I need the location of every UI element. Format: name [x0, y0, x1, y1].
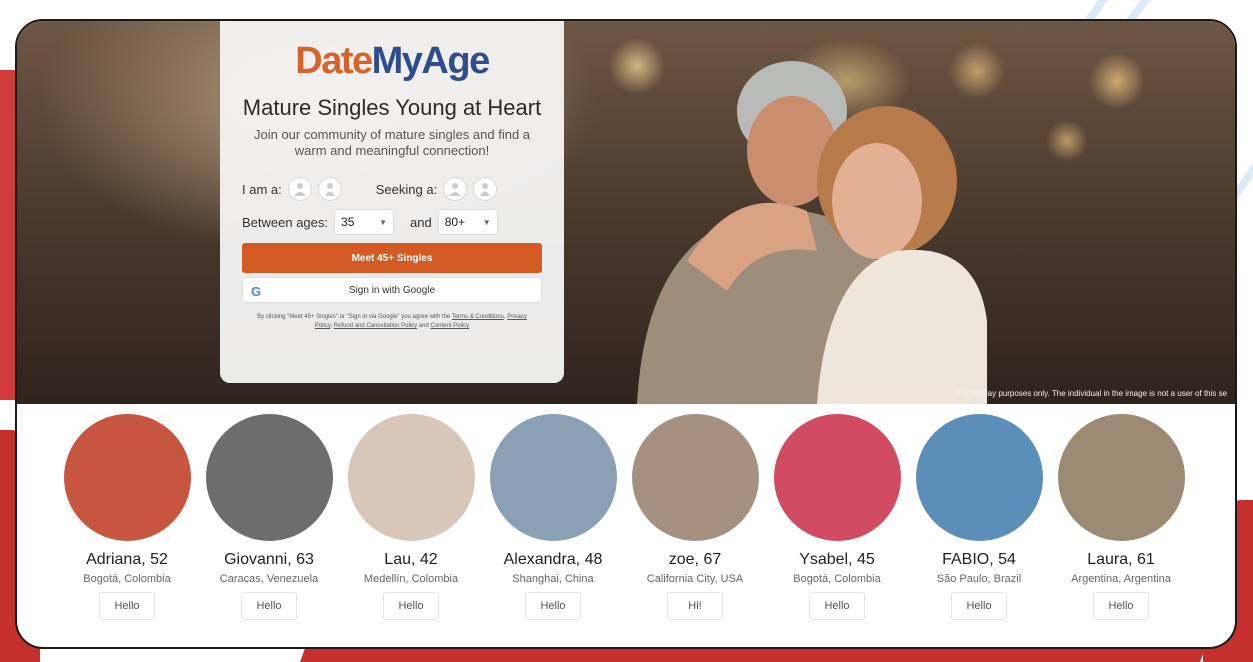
signup-card: DateMyAge Mature Singles Young at Heart …: [220, 21, 564, 383]
hello-button[interactable]: Hello: [241, 592, 297, 620]
google-icon: G: [251, 284, 262, 299]
content-policy-link[interactable]: Content Policy: [430, 323, 469, 329]
profile-strip: Adriana, 52 Bogotá, Colombia Hello Giova…: [56, 414, 1186, 624]
avatar[interactable]: [63, 414, 191, 541]
profile-location: Bogotá, Colombia: [83, 573, 171, 585]
hero-disclaimer: For display purposes only. The individua…: [957, 389, 1228, 398]
profile-name: zoe, 67: [668, 551, 722, 568]
hero-couple-image: [637, 61, 987, 404]
profile-location: California City, USA: [646, 573, 744, 585]
avatar[interactable]: [773, 414, 901, 541]
meet-singles-button[interactable]: Meet 45+ Singles: [242, 243, 542, 273]
between-label: Between ages:: [242, 214, 329, 230]
hello-button[interactable]: Hello: [525, 592, 581, 620]
hello-button[interactable]: Hello: [99, 592, 155, 620]
avatar[interactable]: [347, 414, 475, 541]
google-signin-button[interactable]: G Sign in with Google: [242, 277, 542, 303]
avatar[interactable]: [489, 414, 617, 541]
iam-label: I am a:: [242, 181, 282, 197]
logo-part-date: Date: [295, 40, 373, 82]
legal-intro: By clicking "Meet 45+ Singles" or "Sign …: [257, 314, 451, 320]
profile-card[interactable]: Adriana, 52 Bogotá, Colombia Hello: [56, 414, 198, 620]
age-min-select[interactable]: 35 ▼: [334, 209, 395, 235]
profile-card[interactable]: FABIO, 54 São Paulo, Brazil Hello: [908, 414, 1050, 620]
avatar[interactable]: [631, 414, 759, 541]
legal-text: By clicking "Meet 45+ Singles" or "Sign …: [257, 314, 527, 329]
profile-location: Shanghai, China: [512, 573, 594, 585]
female-icon[interactable]: [317, 177, 342, 201]
refund-link[interactable]: Refund and Cancellation Policy: [334, 323, 417, 329]
profile-location: São Paulo, Brazil: [936, 573, 1022, 585]
terms-link[interactable]: Terms & Conditions: [452, 314, 504, 320]
seeking-label: Seeking a:: [375, 181, 438, 197]
hero-banner: For display purposes only. The individua…: [17, 21, 1235, 404]
profile-name: Laura, 61: [1087, 551, 1155, 568]
seeking-female-icon[interactable]: [473, 177, 498, 201]
profile-name: Adriana, 52: [86, 551, 168, 568]
hello-button[interactable]: Hello: [383, 592, 439, 620]
profile-location: Bogotá, Colombia: [793, 573, 881, 585]
profile-location: Argentina, Argentina: [1071, 573, 1171, 585]
profile-location: Medellín, Colombia: [363, 573, 459, 585]
hello-button[interactable]: Hi!: [667, 592, 723, 620]
legal-and: and: [418, 323, 429, 329]
profile-card[interactable]: Alexandra, 48 Shanghai, China Hello: [482, 414, 624, 620]
profile-card[interactable]: Giovanni, 63 Caracas, Venezuela Hello: [198, 414, 340, 620]
male-icon[interactable]: [287, 177, 312, 201]
profile-card[interactable]: Lau, 42 Medellín, Colombia Hello: [340, 414, 482, 620]
profile-card[interactable]: Ysabel, 45 Bogotá, Colombia Hello: [766, 414, 908, 620]
logo[interactable]: DateMyAge: [242, 41, 542, 81]
avatar[interactable]: [1057, 414, 1185, 541]
page-headline: Mature Singles Young at Heart: [242, 95, 542, 120]
chevron-down-icon: ▼: [482, 217, 491, 227]
profile-name: FABIO, 54: [942, 551, 1016, 568]
avatar[interactable]: [205, 414, 333, 541]
logo-part-myage: MyAge: [371, 40, 491, 82]
age-range-row: Between ages: 35 ▼ and 80+ ▼: [242, 209, 542, 235]
profile-name: Ysabel, 45: [799, 551, 875, 568]
google-button-label: Sign in with Google: [348, 284, 436, 296]
seeking-male-icon[interactable]: [443, 177, 468, 201]
age-max-select[interactable]: 80+ ▼: [437, 209, 498, 235]
avatar[interactable]: [915, 414, 1043, 541]
hello-button[interactable]: Hello: [951, 592, 1007, 620]
profile-card[interactable]: Laura, 61 Argentina, Argentina Hello: [1050, 414, 1192, 620]
hello-button[interactable]: Hello: [809, 592, 865, 620]
page-subline: Join our community of mature singles and…: [253, 127, 531, 158]
profile-card[interactable]: zoe, 67 California City, USA Hi!: [624, 414, 766, 620]
gender-selector-row: I am a: Seeking a:: [242, 177, 542, 201]
and-label: and: [410, 214, 432, 230]
profile-name: Lau, 42: [384, 551, 438, 568]
hello-button[interactable]: Hello: [1093, 592, 1149, 620]
profile-name: Giovanni, 63: [224, 551, 314, 568]
chevron-down-icon: ▼: [379, 217, 388, 227]
profile-name: Alexandra, 48: [503, 551, 603, 568]
age-min-value: 35: [341, 215, 355, 229]
age-max-value: 80+: [444, 215, 466, 229]
profile-location: Caracas, Venezuela: [219, 573, 319, 585]
